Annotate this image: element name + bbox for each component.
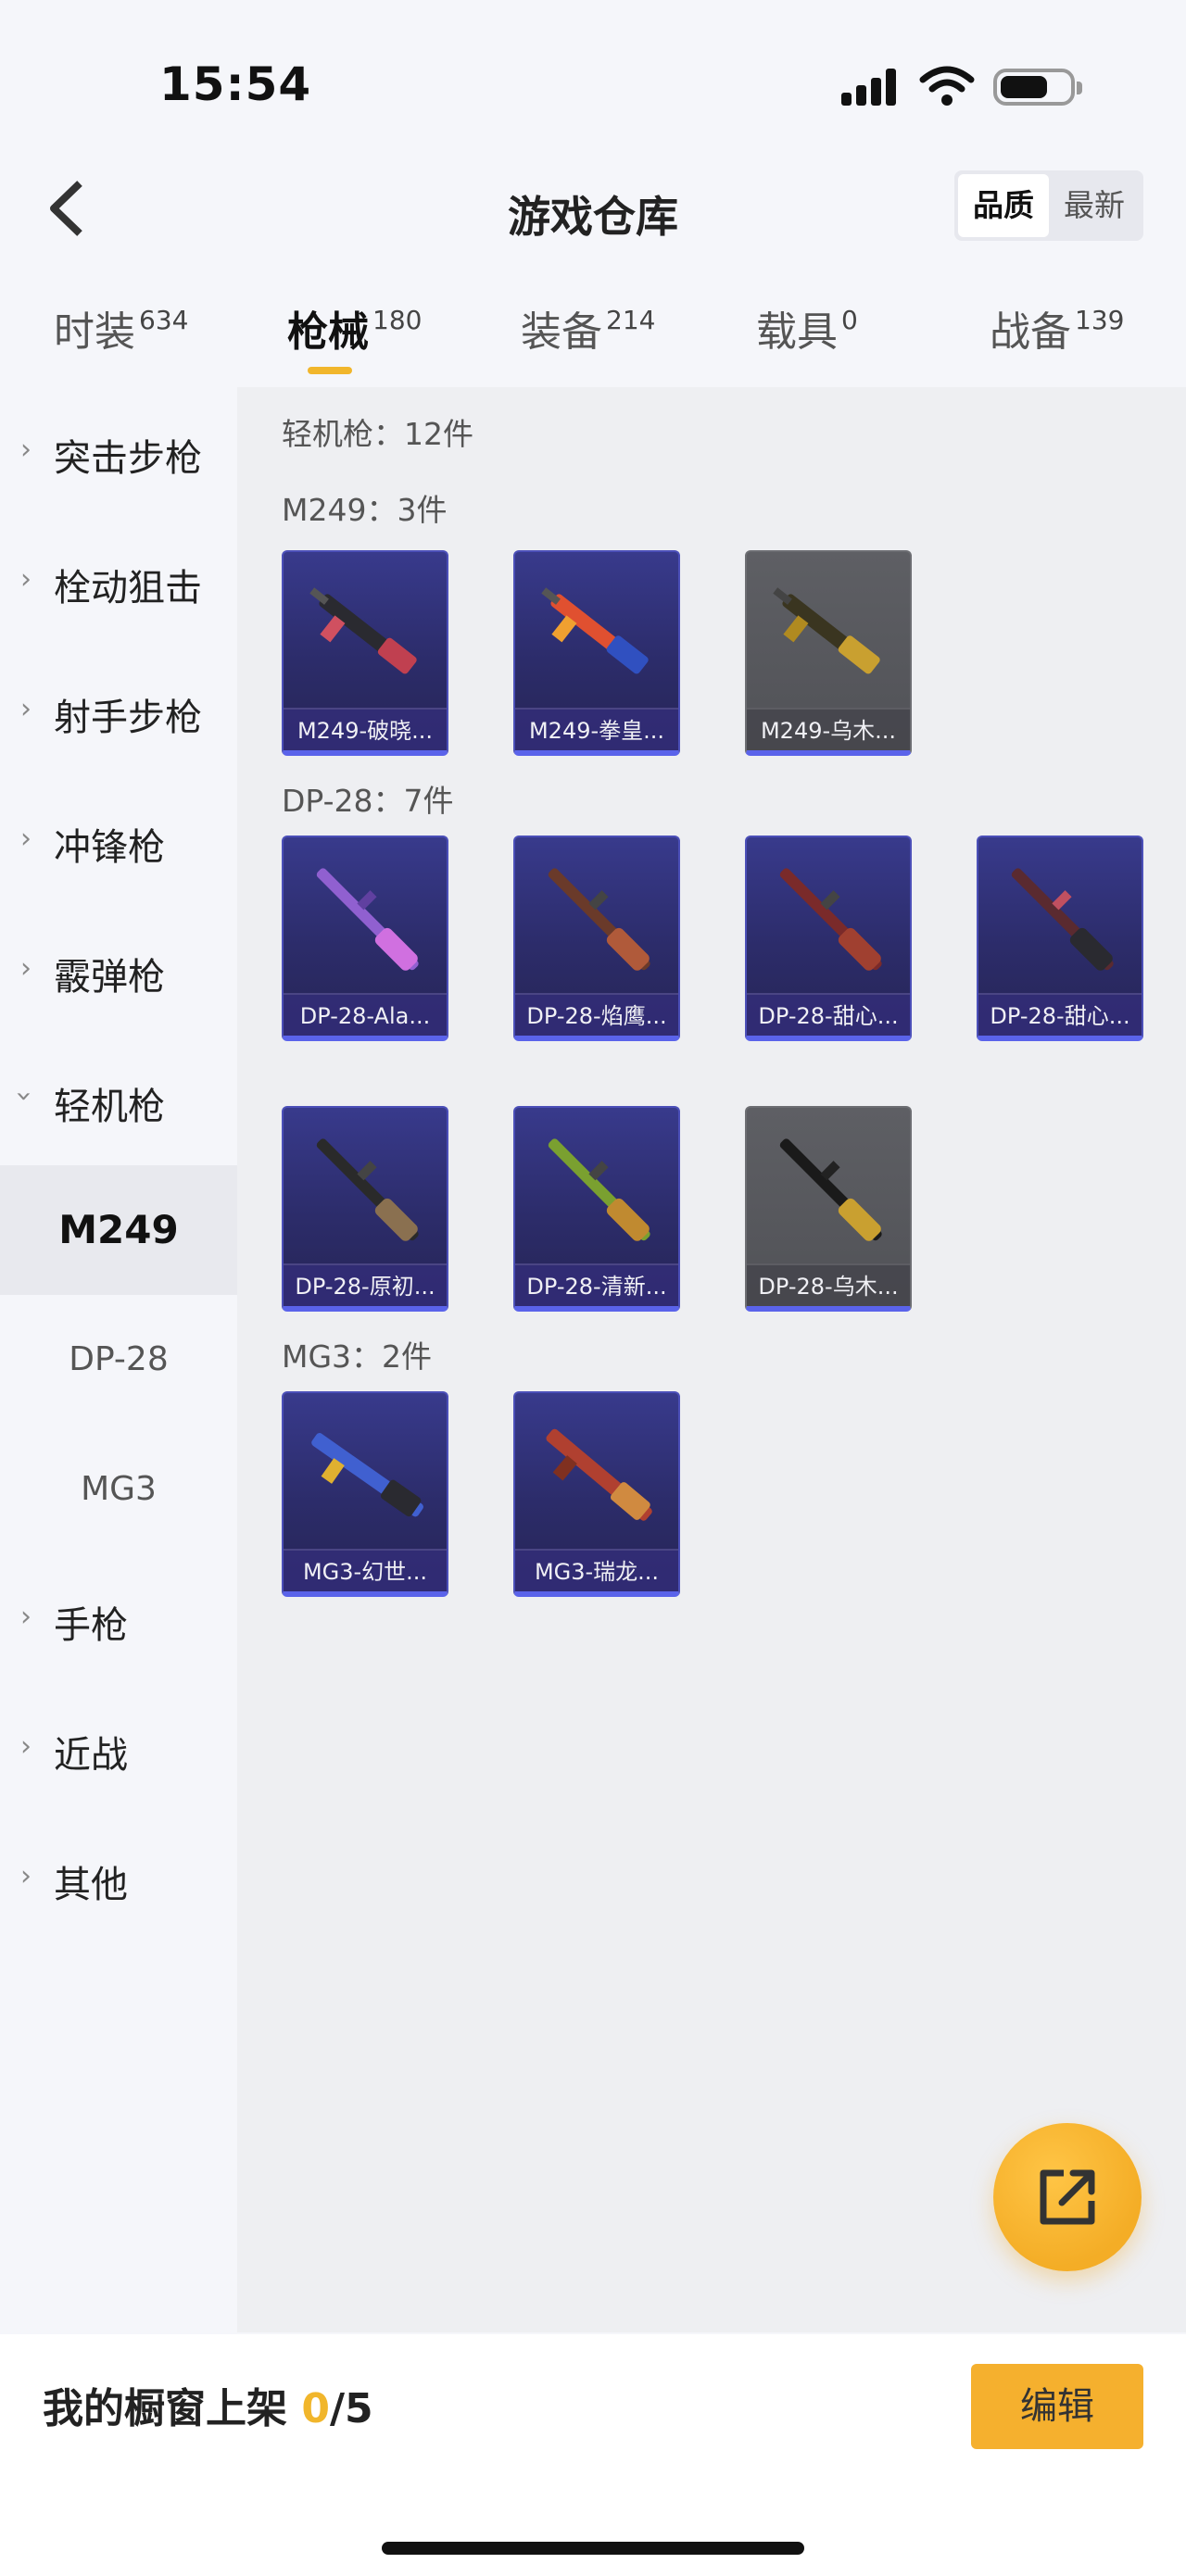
sort-newest-button[interactable]: 最新: [1049, 174, 1140, 237]
status-bar: 15:54: [0, 0, 1186, 139]
home-indicator: [382, 2542, 804, 2555]
showcase-status: 我的橱窗上架 0/5: [43, 2385, 373, 2432]
sidebar-item-melee[interactable]: › 近战: [0, 1684, 237, 1814]
sidebar-subitem-dp28[interactable]: DP-28: [0, 1295, 237, 1425]
chevron-right-icon: ›: [20, 563, 32, 596]
sidebar-item-bolt-sniper[interactable]: › 栓动狙击: [0, 517, 237, 647]
tab-vehicles[interactable]: 载具 0: [756, 298, 858, 358]
sidebar-item-marksman-rifle[interactable]: › 射手步枪: [0, 647, 237, 776]
rifle-icon: [316, 1138, 419, 1241]
item-card[interactable]: MG3-瑞龙...: [513, 1391, 680, 1597]
chevron-right-icon: ›: [20, 434, 32, 466]
share-button[interactable]: [993, 2123, 1142, 2271]
chevron-right-icon: ›: [20, 823, 32, 855]
item-name: DP-28-甜心...: [747, 993, 910, 1036]
item-name: DP-28-原初...: [284, 1263, 447, 1306]
chevron-down-icon: ›: [7, 1090, 41, 1102]
item-name: M249-拳皇...: [515, 708, 678, 750]
item-card[interactable]: M249-拳皇...: [513, 550, 680, 756]
item-name: DP-28-甜心...: [978, 993, 1142, 1036]
wifi-icon: [919, 66, 975, 106]
sort-toggle: 品质 最新: [954, 170, 1143, 241]
rifle-icon: [1011, 868, 1114, 971]
item-card[interactable]: DP-28-甜心...: [977, 836, 1143, 1041]
rifle-icon: [546, 1428, 652, 1521]
tab-guns[interactable]: 枪械 180: [287, 298, 422, 358]
sidebar-item-shotgun[interactable]: › 霰弹枪: [0, 906, 237, 1036]
rifle-icon: [541, 587, 649, 674]
group-title-mg3: MG3：2件: [282, 1338, 433, 1375]
chevron-right-icon: ›: [20, 1860, 32, 1892]
chevron-right-icon: ›: [20, 1601, 32, 1633]
item-name: MG3-瑞龙...: [515, 1549, 678, 1591]
rifle-icon: [316, 868, 419, 971]
sidebar: › 突击步枪 › 栓动狙击 › 射手步枪 › 冲锋枪 › 霰弹枪 › 轻机枪 M249 DP…: [0, 387, 237, 2332]
battery-icon: [993, 69, 1082, 106]
signal-icon: [841, 67, 899, 106]
rifle-icon: [779, 868, 882, 971]
chevron-right-icon: ›: [20, 693, 32, 725]
tab-equipment[interactable]: 装备 214: [521, 298, 655, 358]
summary-count: 轻机枪：12件: [282, 416, 473, 452]
group-title-m249: M249：3件: [282, 492, 448, 528]
item-card[interactable]: DP-28-甜心...: [745, 836, 912, 1041]
item-name: DP-28-焰鹰...: [515, 993, 678, 1036]
bottom-bar: 我的橱窗上架 0/5 编辑: [0, 2334, 1186, 2576]
active-tab-indicator: [308, 367, 352, 374]
item-name: M249-破晓...: [284, 708, 447, 750]
chevron-right-icon: ›: [20, 1730, 32, 1763]
chevron-right-icon: ›: [20, 952, 32, 985]
item-name: DP-28-清新...: [515, 1263, 678, 1306]
item-card[interactable]: DP-28-清新...: [513, 1106, 680, 1312]
rifle-icon: [548, 1138, 650, 1241]
edit-button[interactable]: 编辑: [971, 2364, 1143, 2449]
group-title-dp28: DP-28：7件: [282, 783, 454, 819]
item-card[interactable]: DP-28-Ala...: [282, 836, 448, 1041]
sidebar-item-pistol[interactable]: › 手枪: [0, 1554, 237, 1684]
sidebar-subitem-m249[interactable]: M249: [0, 1165, 237, 1295]
sidebar-item-lmg[interactable]: › 轻机枪: [0, 1036, 237, 1165]
rifle-icon: [773, 587, 880, 674]
tab-supplies[interactable]: 战备 139: [990, 298, 1124, 358]
item-name: DP-28-Ala...: [284, 993, 447, 1036]
rifle-icon: [779, 1138, 882, 1241]
sort-quality-button[interactable]: 品质: [958, 174, 1049, 237]
sidebar-item-other[interactable]: › 其他: [0, 1814, 237, 1943]
sidebar-item-smg[interactable]: › 冲锋枪: [0, 776, 237, 906]
item-name: DP-28-乌木...: [747, 1263, 910, 1306]
item-card[interactable]: DP-28-焰鹰...: [513, 836, 680, 1041]
sidebar-subitem-mg3[interactable]: MG3: [0, 1425, 237, 1554]
share-icon: [1040, 2169, 1095, 2225]
status-time: 15:54: [159, 57, 312, 111]
item-card[interactable]: DP-28-乌木...: [745, 1106, 912, 1312]
tab-fashion[interactable]: 时装 634: [54, 298, 188, 358]
item-name: MG3-幻世...: [284, 1549, 447, 1591]
rifle-icon: [311, 1433, 423, 1517]
header: 游戏仓库 品质 最新: [0, 157, 1186, 264]
item-grid-panel: 轻机枪：12件 M249：3件 M249-破晓... M249-拳皇... M2…: [237, 387, 1186, 2332]
item-card[interactable]: M249-乌木...: [745, 550, 912, 756]
rifle-icon: [309, 587, 417, 674]
item-card[interactable]: MG3-幻世...: [282, 1391, 448, 1597]
category-tabs: 时装 634 枪械 180 装备 214 载具 0 战备 139: [0, 298, 1186, 382]
item-card[interactable]: DP-28-原初...: [282, 1106, 448, 1312]
item-card[interactable]: M249-破晓...: [282, 550, 448, 756]
sidebar-item-assault-rifle[interactable]: › 突击步枪: [0, 387, 237, 517]
rifle-icon: [548, 868, 650, 971]
item-name: M249-乌木...: [747, 708, 910, 750]
